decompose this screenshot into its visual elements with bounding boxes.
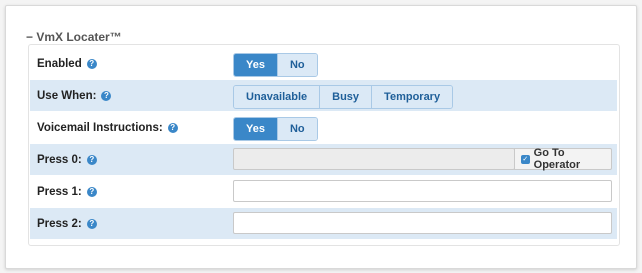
use-when-options: Unavailable Busy Temporary (233, 85, 454, 109)
enabled-no-button[interactable]: No (277, 54, 317, 76)
row-press-2: Press 2: ? (30, 208, 617, 239)
press-1-label: Press 1: (37, 185, 82, 198)
help-icon[interactable]: ? (86, 186, 97, 197)
enabled-label: Enabled (37, 57, 82, 70)
help-icon[interactable]: ? (101, 90, 112, 101)
voicemail-toggle: Yes No (233, 117, 318, 141)
enabled-yes-button[interactable]: Yes (234, 54, 278, 76)
go-to-operator-checkbox[interactable]: ✓ Go To Operator (514, 147, 612, 171)
help-icon[interactable]: ? (86, 58, 97, 69)
row-enabled: Enabled ? Yes No (30, 48, 617, 79)
use-when-busy-button[interactable]: Busy (320, 86, 373, 108)
checkmark-icon: ✓ (521, 154, 530, 164)
row-press-1: Press 1: ? (30, 176, 617, 207)
press-0-label: Press 0: (37, 153, 82, 166)
voicemail-no-button[interactable]: No (277, 118, 317, 140)
voicemail-instructions-label: Voicemail Instructions: (37, 121, 163, 134)
section-title[interactable]: − VmX Locater™ (26, 30, 126, 44)
use-when-label: Use When: (37, 89, 97, 102)
row-press-0: Press 0: ? ✓ Go To Operator (30, 144, 617, 175)
row-use-when: Use When: ? Unavailable Busy Temporary (30, 80, 617, 111)
help-icon[interactable]: ? (86, 154, 97, 165)
press-0-input[interactable] (233, 148, 515, 170)
help-icon[interactable]: ? (86, 218, 97, 229)
use-when-temporary-button[interactable]: Temporary (372, 86, 453, 108)
row-voicemail-instructions: Voicemail Instructions: ? Yes No (30, 112, 617, 143)
voicemail-yes-button[interactable]: Yes (234, 118, 278, 140)
press-1-input[interactable] (233, 180, 612, 202)
press-2-label: Press 2: (37, 217, 82, 230)
enabled-toggle: Yes No (233, 53, 318, 77)
press-2-input[interactable] (233, 212, 612, 234)
use-when-unavailable-button[interactable]: Unavailable (234, 86, 321, 108)
go-to-operator-label: Go To Operator (533, 147, 581, 171)
help-icon[interactable]: ? (167, 122, 178, 133)
